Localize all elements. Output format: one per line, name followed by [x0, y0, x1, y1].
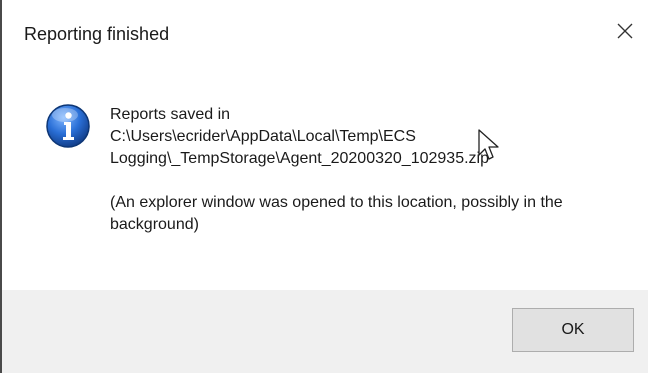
- dialog-footer: OK: [2, 290, 648, 373]
- message-line-1: Reports saved in: [110, 106, 231, 123]
- message-dialog: Reporting finished Reports saved in C:\U…: [0, 0, 648, 373]
- dialog-title: Reporting finished: [24, 24, 170, 44]
- message-line-3: Logging\_TempStorage\Agent_20200320_1029…: [110, 150, 489, 167]
- message-paragraph-2: (An explorer window was opened to this l…: [110, 194, 563, 233]
- message-line-2: C:\Users\ecrider\AppData\Local\Temp\ECS: [110, 128, 416, 145]
- mouse-cursor-icon: [478, 129, 499, 160]
- close-button[interactable]: [608, 14, 642, 48]
- ok-button[interactable]: OK: [512, 308, 634, 352]
- dialog-message: Reports saved in C:\Users\ecrider\AppDat…: [110, 104, 620, 236]
- info-icon: [46, 104, 90, 148]
- title-bar: Reporting finished: [2, 0, 648, 70]
- dialog-content: Reports saved in C:\Users\ecrider\AppDat…: [2, 70, 648, 290]
- close-icon: [617, 23, 633, 39]
